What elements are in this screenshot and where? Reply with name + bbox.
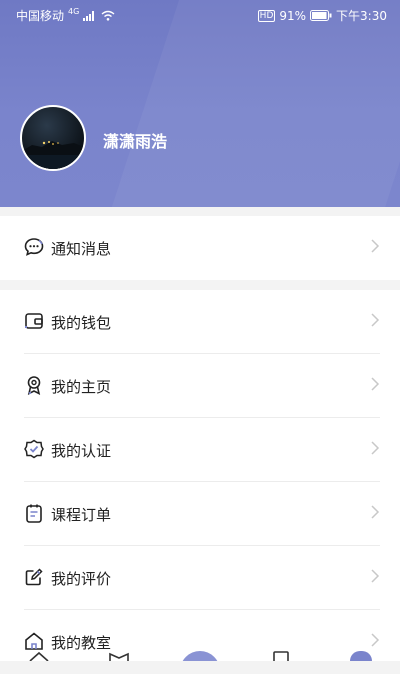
network-type: 4G — [68, 7, 80, 16]
explore-tab-icon[interactable] — [108, 651, 130, 661]
status-bar: 中国移动 4G HD 91% 下午3:30 — [0, 0, 400, 28]
menu-item-notifications[interactable]: 通知消息 — [0, 216, 400, 280]
menu-item-label: 通知消息 — [51, 240, 112, 258]
bottom-tab-bar — [0, 651, 400, 661]
avatar-photo-icon — [22, 141, 84, 169]
clipboard-icon — [24, 503, 44, 523]
battery-percent: 91% — [279, 8, 307, 23]
battery-icon — [310, 10, 332, 21]
menu-item-classroom[interactable]: 我的教室 — [0, 610, 400, 674]
clock: 下午3:30 — [336, 9, 387, 23]
classroom-icon — [24, 631, 44, 651]
edit-square-icon — [24, 567, 44, 587]
notification-card: 通知消息 — [0, 216, 400, 280]
profile-tab-icon[interactable] — [350, 651, 372, 661]
signal-icon — [83, 11, 95, 21]
hd-badge: HD — [257, 9, 276, 22]
chevron-right-icon — [371, 633, 380, 647]
center-tab-button[interactable] — [180, 651, 220, 661]
menu-item-label: 我的钱包 — [51, 314, 112, 332]
chevron-right-icon — [371, 569, 380, 583]
menu-item-course-orders[interactable]: 课程订单 — [0, 482, 400, 546]
menu-card: 我的钱包 我的主页 我的认证 课程订单 我的评价 我的教室 — [0, 290, 400, 652]
chat-bubble-icon — [24, 237, 44, 257]
wallet-icon — [24, 311, 44, 331]
menu-item-wallet[interactable]: 我的钱包 — [0, 290, 400, 354]
menu-item-reviews[interactable]: 我的评价 — [0, 546, 400, 610]
carrier-label: 中国移动 — [16, 9, 65, 23]
menu-item-verification[interactable]: 我的认证 — [0, 418, 400, 482]
menu-item-homepage[interactable]: 我的主页 — [0, 354, 400, 418]
profile-header: 中国移动 4G HD 91% 下午3:30 潇潇雨浩 — [0, 0, 400, 207]
chevron-right-icon — [371, 505, 380, 519]
chevron-right-icon — [371, 441, 380, 455]
chevron-right-icon — [371, 377, 380, 391]
chevron-right-icon — [371, 313, 380, 327]
menu-item-label: 我的教室 — [51, 634, 112, 652]
chevron-right-icon — [371, 239, 380, 253]
wifi-icon — [101, 10, 115, 21]
badge-icon — [24, 375, 44, 395]
avatar[interactable] — [20, 105, 86, 171]
menu-item-label: 我的主页 — [51, 378, 112, 396]
document-tab-icon[interactable] — [270, 651, 292, 661]
menu-item-label: 课程订单 — [51, 506, 112, 524]
home-tab-icon[interactable] — [28, 651, 50, 661]
menu-item-label: 我的认证 — [51, 442, 112, 460]
username[interactable]: 潇潇雨浩 — [103, 128, 167, 152]
menu-item-label: 我的评价 — [51, 570, 112, 588]
verified-shield-icon — [24, 439, 44, 459]
